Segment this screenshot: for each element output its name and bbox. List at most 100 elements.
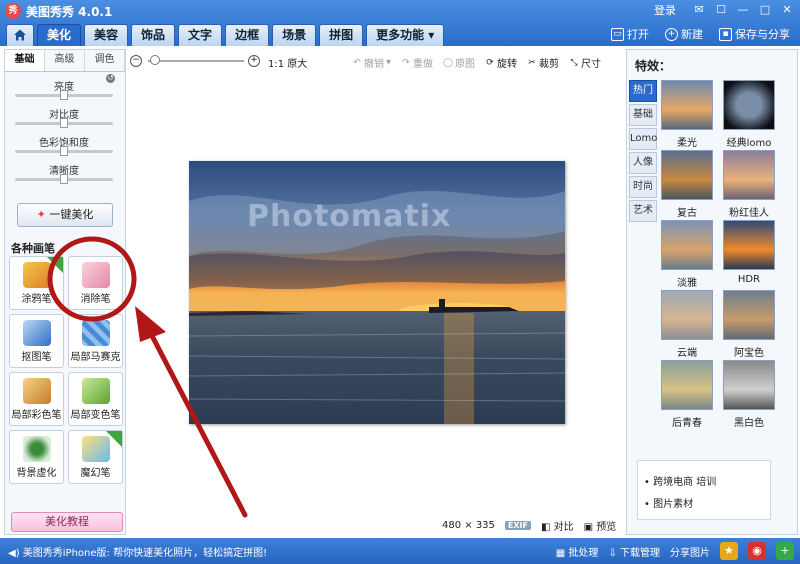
effect-abao-color[interactable] xyxy=(723,290,775,340)
brush-label: 消除笔 xyxy=(80,294,111,305)
preview-label: 预览 xyxy=(596,522,617,533)
tab-collage[interactable]: 拼图 xyxy=(319,24,364,46)
slider-knob[interactable] xyxy=(60,118,68,128)
brush-blur-background[interactable]: 背景虚化 xyxy=(9,430,64,484)
tab-beautify[interactable]: 美化 xyxy=(37,24,82,46)
compare-icon: ◧ xyxy=(541,522,551,533)
brush-doodle[interactable]: 涂鸦笔 xyxy=(9,256,64,310)
brush-mosaic[interactable]: 局部马赛克 xyxy=(68,314,123,368)
category-basic[interactable]: 基础 xyxy=(629,104,657,126)
skin-icon[interactable]: ☐ xyxy=(712,2,730,18)
category-portrait[interactable]: 人像 xyxy=(629,152,657,174)
canvas-status: 480 × 335 EXIF ◧ 对比 ▣ 预览 xyxy=(442,518,616,533)
effect-hdr[interactable] xyxy=(723,220,775,270)
effect-youth[interactable] xyxy=(661,360,713,410)
zoom-slider[interactable] xyxy=(148,60,244,62)
edited-photo[interactable]: Photomatix xyxy=(189,161,565,424)
original-button[interactable]: ◯ 原图 xyxy=(443,55,475,71)
ad-link[interactable]: • 跨境电商 培训 xyxy=(644,473,716,488)
brush-recolor[interactable]: 局部变色笔 xyxy=(68,372,123,426)
tab-text[interactable]: 文字 xyxy=(178,24,223,46)
effect-classic-lomo[interactable] xyxy=(723,80,775,130)
tab-frames[interactable]: 边框 xyxy=(225,24,270,46)
effect-black-white[interactable] xyxy=(723,360,775,410)
undo-button[interactable]: ↶ 撤销 ▾ xyxy=(352,55,391,70)
redo-label: 重做 xyxy=(413,59,434,70)
category-fashion[interactable]: 时尚 xyxy=(629,176,657,198)
new-badge-icon xyxy=(47,257,63,273)
sharpness-slider[interactable] xyxy=(15,174,113,184)
brush-local-color[interactable]: 局部彩色笔 xyxy=(9,372,64,426)
effect-pink-lady[interactable] xyxy=(723,150,775,200)
login-link[interactable]: 登录 xyxy=(654,2,676,18)
zoom-in-icon[interactable]: + xyxy=(248,55,260,67)
resize-button[interactable]: ⤡ 尺寸 xyxy=(569,55,601,71)
one-key-beautify-button[interactable]: ✦ 一键美化 xyxy=(17,203,113,227)
effect-categories: 热门 基础 Lomo 人像 时尚 艺术 xyxy=(629,80,657,224)
undo-label: 撤销 xyxy=(364,59,384,70)
speaker-icon: ◀) xyxy=(8,548,20,559)
message-icon[interactable]: ✉ xyxy=(690,2,708,18)
status-bar: ◀) 美图秀秀iPhone版: 帮你快速美化照片，轻松搞定拼图! ▦ 批处理 ⇩… xyxy=(0,538,800,564)
category-lomo[interactable]: Lomo xyxy=(629,128,657,150)
new-button[interactable]: + 新建 xyxy=(665,26,703,42)
zoom-out-icon[interactable]: − xyxy=(130,55,142,67)
effect-label: 黑白色 xyxy=(734,418,764,429)
tab-scenes[interactable]: 场景 xyxy=(272,24,317,46)
save-share-button[interactable]: ▪ 保存与分享 xyxy=(719,26,790,42)
rotate-label: 旋转 xyxy=(497,59,518,70)
ad-link[interactable]: • 图片素材 xyxy=(644,495,693,510)
effect-elegant[interactable] xyxy=(661,220,713,270)
reset-icon[interactable]: ↺ xyxy=(106,74,115,83)
chevron-down-icon[interactable]: ▾ xyxy=(386,57,391,68)
rotate-button[interactable]: ⟳ 旋转 xyxy=(485,55,518,71)
brush-eraser[interactable]: 消除笔 xyxy=(68,256,123,310)
share-button[interactable]: 分享图片 xyxy=(670,544,710,559)
slider-knob[interactable] xyxy=(60,146,68,156)
redo-button[interactable]: ↷ 重做 xyxy=(401,55,434,71)
zoom-knob[interactable] xyxy=(150,55,160,65)
brightness-slider[interactable] xyxy=(15,90,113,100)
brush-cutout[interactable]: 抠图笔 xyxy=(9,314,64,368)
contrast-slider[interactable] xyxy=(15,118,113,128)
subtab-basic[interactable]: 基础 xyxy=(5,50,45,71)
maximize-button[interactable]: □ xyxy=(756,2,774,18)
batch-button[interactable]: ▦ 批处理 xyxy=(556,544,599,559)
category-art[interactable]: 艺术 xyxy=(629,200,657,222)
slider-knob[interactable] xyxy=(60,174,68,184)
weibo-icon[interactable]: ◉ xyxy=(748,542,766,560)
download-button[interactable]: ⇩ 下载管理 xyxy=(608,544,660,559)
new-label: 新建 xyxy=(681,28,703,41)
close-button[interactable]: ✕ xyxy=(778,2,796,18)
preview-button[interactable]: ▣ 预览 xyxy=(584,518,617,533)
open-button[interactable]: ▭ 打开 xyxy=(611,26,649,42)
original-size-button[interactable]: 1:1 原大 xyxy=(268,55,307,70)
edit-actions: ↶ 撤销 ▾ ↷ 重做 ◯ 原图 ⟳ 旋转 ✂ 裁剪 ⤡ 尺寸 xyxy=(352,55,601,70)
status-message[interactable]: ◀) 美图秀秀iPhone版: 帮你快速美化照片，轻松搞定拼图! xyxy=(8,544,267,559)
effect-cloud[interactable] xyxy=(661,290,713,340)
minimize-button[interactable]: — xyxy=(734,2,752,18)
ad-box: • 跨境电商 培训 • 图片素材 xyxy=(637,460,771,520)
subtab-color[interactable]: 调色 xyxy=(85,50,125,71)
subtab-advanced[interactable]: 高级 xyxy=(45,50,85,71)
tutorial-button[interactable]: 美化教程 xyxy=(11,512,123,532)
effect-retro[interactable] xyxy=(661,150,713,200)
home-tab[interactable] xyxy=(6,24,34,46)
effect-soft-light[interactable] xyxy=(661,80,713,130)
compare-button[interactable]: ◧ 对比 xyxy=(541,518,574,533)
slider-knob[interactable] xyxy=(60,90,68,100)
add-icon[interactable]: + xyxy=(776,542,794,560)
tab-accessories[interactable]: 饰品 xyxy=(131,24,176,46)
photo-watermark-text: Photomatix xyxy=(247,199,452,234)
tab-more[interactable]: 更多功能 ▾ xyxy=(366,24,445,46)
brush-magic[interactable]: 魔幻笔 xyxy=(68,430,123,484)
crop-button[interactable]: ✂ 裁剪 xyxy=(527,55,559,71)
undo-icon: ↶ xyxy=(353,57,361,68)
brush-section-title: 各种画笔 xyxy=(11,242,55,255)
saturation-slider[interactable] xyxy=(15,146,113,156)
plus-icon: + xyxy=(665,27,678,41)
tab-beauty[interactable]: 美容 xyxy=(84,24,129,46)
star-icon[interactable]: ★ xyxy=(720,542,738,560)
exif-button[interactable]: EXIF xyxy=(504,521,531,530)
category-hot[interactable]: 热门 xyxy=(629,80,657,102)
